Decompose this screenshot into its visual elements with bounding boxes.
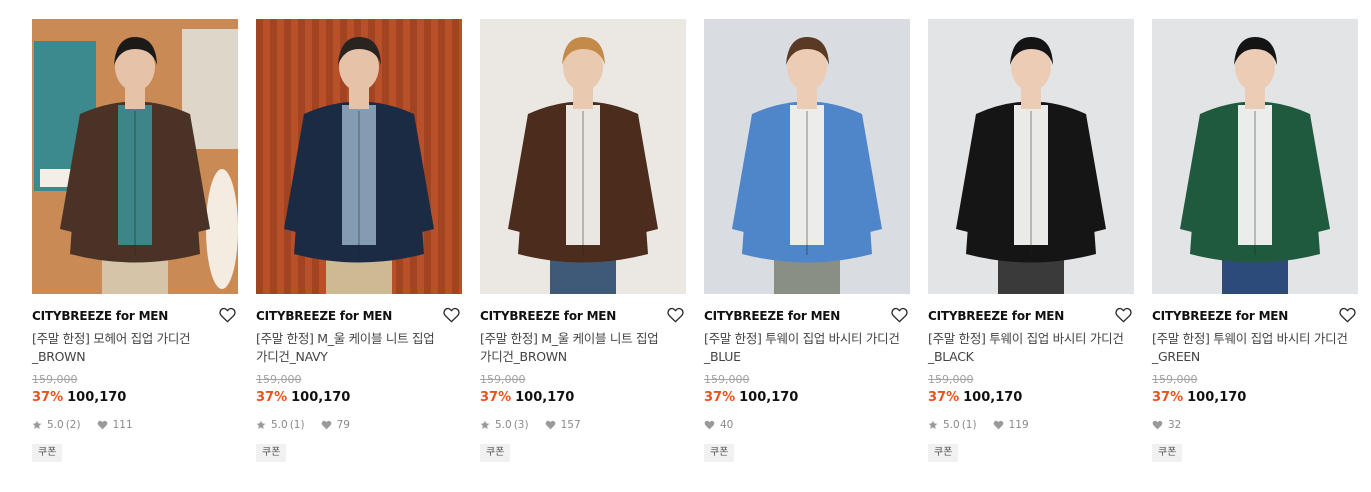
product-card[interactable]: CITYBREEZE for MEN [주말 한정] 투웨이 집업 바시티 가디… bbox=[928, 19, 1134, 462]
discount-rate: 37% bbox=[704, 390, 736, 405]
product-card[interactable]: CITYBREEZE for MEN [주말 한정] 투웨이 집업 바시티 가디… bbox=[704, 19, 910, 462]
brand-name[interactable]: CITYBREEZE for MEN bbox=[32, 307, 238, 325]
product-card[interactable]: CITYBREEZE for MEN [주말 한정] M_울 케이블 니트 집업… bbox=[256, 19, 462, 462]
product-meta: 32 bbox=[1152, 418, 1358, 432]
brand-name[interactable]: CITYBREEZE for MEN bbox=[704, 307, 910, 325]
coupon-badge: 쿠폰 bbox=[480, 444, 511, 462]
sale-price: 100,170 bbox=[515, 390, 575, 405]
sale-price: 100,170 bbox=[291, 390, 351, 405]
brand-name[interactable]: CITYBREEZE for MEN bbox=[928, 307, 1134, 325]
star-icon bbox=[32, 418, 42, 432]
product-meta: 5.0 (2) 111 bbox=[32, 418, 238, 432]
product-title[interactable]: [주말 한정] M_울 케이블 니트 집업 가디건_NAVY bbox=[256, 330, 462, 366]
coupon-badge: 쿠폰 bbox=[32, 444, 63, 462]
like-count: 157 bbox=[560, 419, 581, 431]
original-price: 159,000 bbox=[256, 373, 302, 386]
heart-outline-icon[interactable] bbox=[443, 307, 460, 323]
price-row: 37% 100,170 bbox=[32, 389, 238, 407]
price-row: 37% 100,170 bbox=[480, 389, 686, 407]
star-icon bbox=[256, 418, 266, 432]
like-count: 111 bbox=[112, 419, 133, 431]
rating-value: 5.0 bbox=[271, 419, 288, 431]
original-price: 159,000 bbox=[32, 373, 78, 386]
product-image[interactable] bbox=[928, 19, 1134, 294]
discount-rate: 37% bbox=[32, 390, 64, 405]
product-image[interactable] bbox=[256, 19, 462, 294]
discount-rate: 37% bbox=[928, 390, 960, 405]
product-image[interactable] bbox=[704, 19, 910, 294]
heart-icon bbox=[993, 418, 1004, 432]
coupon-badge: 쿠폰 bbox=[256, 444, 287, 462]
product-title[interactable]: [주말 한정] 투웨이 집업 바시티 가디건 _BLACK bbox=[928, 330, 1134, 366]
product-image[interactable] bbox=[1152, 19, 1358, 294]
product-card[interactable]: CITYBREEZE for MEN [주말 한정] 투웨이 집업 바시티 가디… bbox=[1152, 19, 1358, 462]
heart-outline-icon[interactable] bbox=[1339, 307, 1356, 323]
product-meta: 5.0 (1) 79 bbox=[256, 418, 462, 432]
heart-icon bbox=[545, 418, 556, 432]
coupon-badge: 쿠폰 bbox=[928, 444, 959, 462]
heart-icon bbox=[704, 418, 715, 432]
product-card[interactable]: CITYBREEZE for MEN [주말 한정] M_울 케이블 니트 집업… bbox=[480, 19, 686, 462]
product-title[interactable]: [주말 한정] M_울 케이블 니트 집업 가디건_BROWN bbox=[480, 330, 686, 366]
product-meta: 5.0 (1) 119 bbox=[928, 418, 1134, 432]
original-price: 159,000 bbox=[480, 373, 526, 386]
product-title[interactable]: [주말 한정] 투웨이 집업 바시티 가디건 _BLUE bbox=[704, 330, 910, 366]
brand-name[interactable]: CITYBREEZE for MEN bbox=[256, 307, 462, 325]
sale-price: 100,170 bbox=[963, 390, 1023, 405]
rating-value: 5.0 bbox=[943, 419, 960, 431]
product-grid: CITYBREEZE for MEN [주말 한정] 모헤어 집업 가디건 _B… bbox=[0, 0, 1371, 492]
price-row: 37% 100,170 bbox=[1152, 389, 1358, 407]
original-price: 159,000 bbox=[704, 373, 750, 386]
sale-price: 100,170 bbox=[67, 390, 127, 405]
product-meta: 5.0 (3) 157 bbox=[480, 418, 686, 432]
rating-value: 5.0 bbox=[495, 419, 512, 431]
review-count: (1) bbox=[289, 419, 305, 431]
star-icon bbox=[480, 418, 490, 432]
heart-outline-icon[interactable] bbox=[219, 307, 236, 323]
like-count: 40 bbox=[720, 419, 734, 431]
sale-price: 100,170 bbox=[1187, 390, 1247, 405]
rating-value: 5.0 bbox=[47, 419, 64, 431]
coupon-badge: 쿠폰 bbox=[1152, 444, 1183, 462]
review-count: (1) bbox=[961, 419, 977, 431]
review-count: (2) bbox=[65, 419, 81, 431]
sale-price: 100,170 bbox=[739, 390, 799, 405]
discount-rate: 37% bbox=[480, 390, 512, 405]
original-price: 159,000 bbox=[1152, 373, 1198, 386]
star-icon bbox=[928, 418, 938, 432]
product-card[interactable]: CITYBREEZE for MEN [주말 한정] 모헤어 집업 가디건 _B… bbox=[32, 19, 238, 462]
heart-icon bbox=[321, 418, 332, 432]
price-row: 37% 100,170 bbox=[256, 389, 462, 407]
discount-rate: 37% bbox=[256, 390, 288, 405]
brand-name[interactable]: CITYBREEZE for MEN bbox=[1152, 307, 1358, 325]
coupon-badge: 쿠폰 bbox=[704, 444, 735, 462]
heart-outline-icon[interactable] bbox=[1115, 307, 1132, 323]
heart-outline-icon[interactable] bbox=[891, 307, 908, 323]
like-count: 119 bbox=[1008, 419, 1029, 431]
like-count: 79 bbox=[336, 419, 350, 431]
discount-rate: 37% bbox=[1152, 390, 1184, 405]
product-image[interactable] bbox=[480, 19, 686, 294]
price-row: 37% 100,170 bbox=[704, 389, 910, 407]
heart-outline-icon[interactable] bbox=[667, 307, 684, 323]
review-count: (3) bbox=[513, 419, 529, 431]
heart-icon bbox=[97, 418, 108, 432]
product-meta: 40 bbox=[704, 418, 910, 432]
product-image[interactable] bbox=[32, 19, 238, 294]
product-title[interactable]: [주말 한정] 투웨이 집업 바시티 가디건 _GREEN bbox=[1152, 330, 1358, 366]
product-title[interactable]: [주말 한정] 모헤어 집업 가디건 _BROWN bbox=[32, 330, 238, 366]
like-count: 32 bbox=[1168, 419, 1182, 431]
original-price: 159,000 bbox=[928, 373, 974, 386]
heart-icon bbox=[1152, 418, 1163, 432]
price-row: 37% 100,170 bbox=[928, 389, 1134, 407]
brand-name[interactable]: CITYBREEZE for MEN bbox=[480, 307, 686, 325]
